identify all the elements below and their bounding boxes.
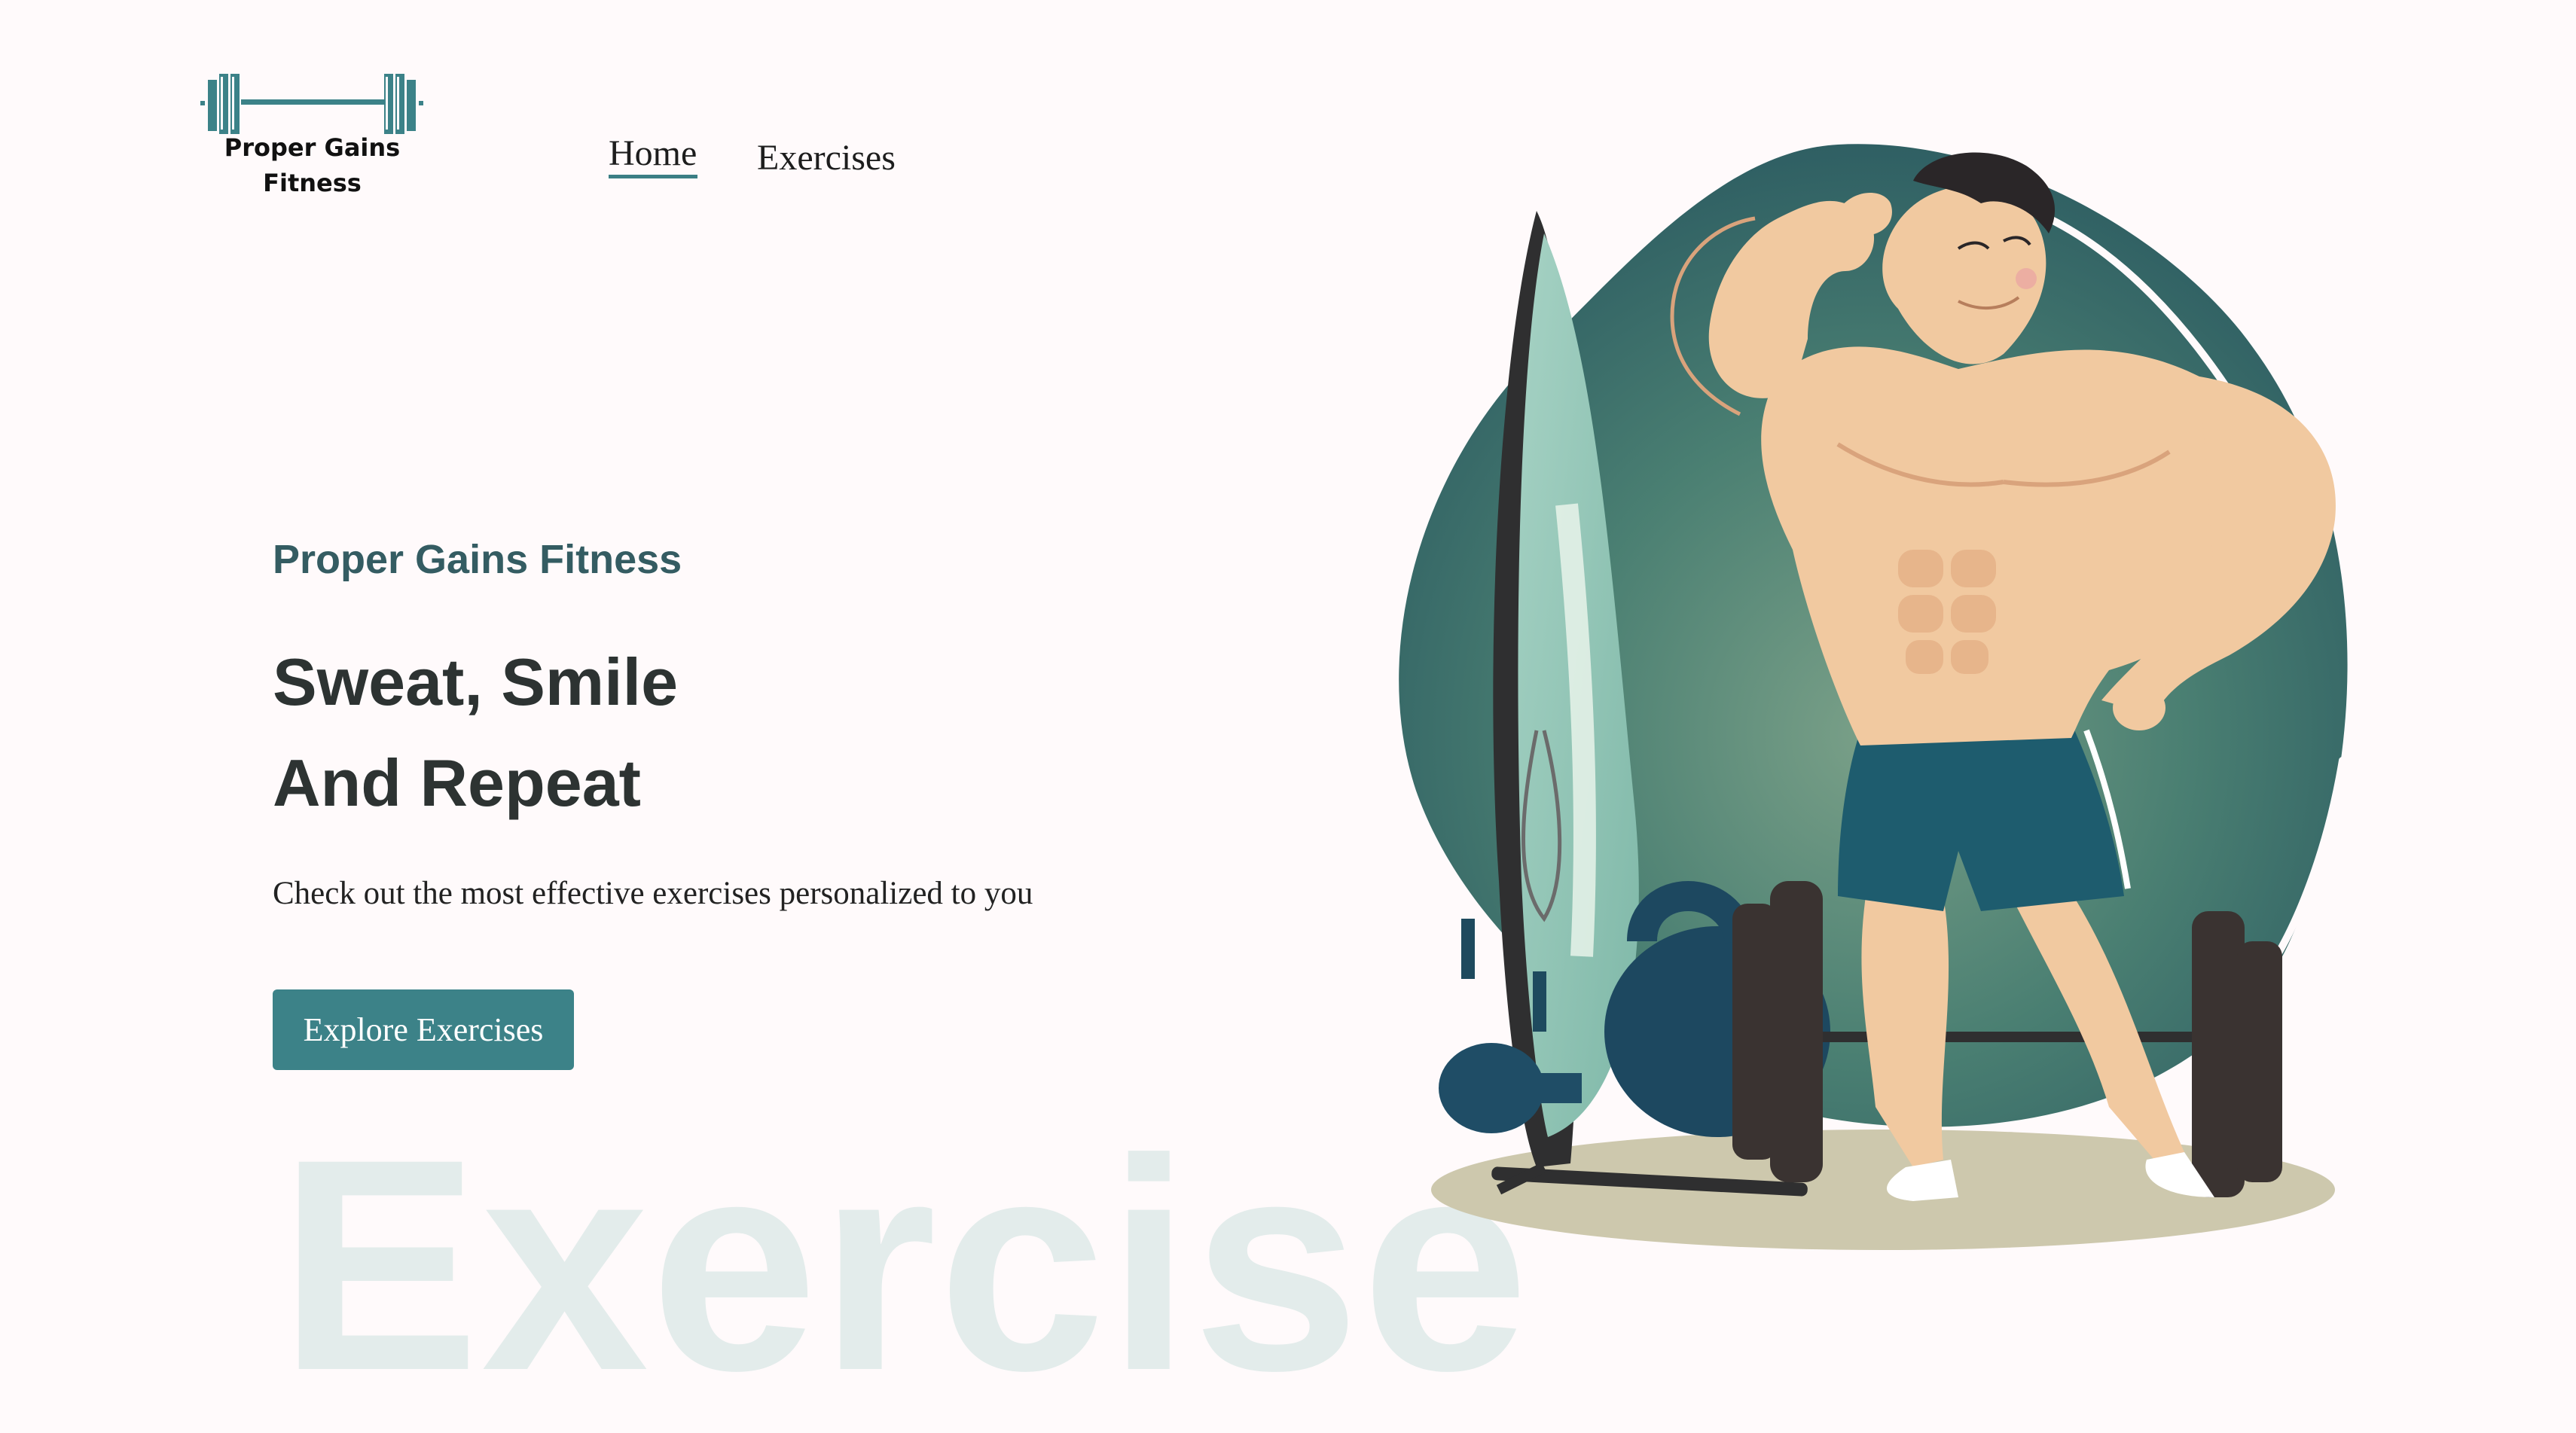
brand-logo[interactable]: Proper Gains Fitness xyxy=(197,69,427,205)
hero-headline-line1: Sweat, Smile xyxy=(273,645,679,719)
hero-headline-line2: And Repeat xyxy=(273,745,641,820)
explore-exercises-button[interactable]: Explore Exercises xyxy=(273,989,574,1070)
hero-subtext: Check out the most effective exercises p… xyxy=(273,876,1033,911)
nav-exercises-link[interactable]: Exercises xyxy=(757,137,896,178)
bodybuilder-illustration xyxy=(1399,144,2348,1250)
hero-eyebrow: Proper Gains Fitness xyxy=(273,537,682,582)
barbell-icon xyxy=(200,74,423,134)
background-watermark: Exercise xyxy=(279,1096,1531,1433)
nav-active-indicator xyxy=(609,175,697,178)
logo-text-line1: Proper Gains xyxy=(224,133,401,162)
logo-text-line2: Fitness xyxy=(263,169,362,197)
nav-home-link[interactable]: Home xyxy=(609,133,697,174)
